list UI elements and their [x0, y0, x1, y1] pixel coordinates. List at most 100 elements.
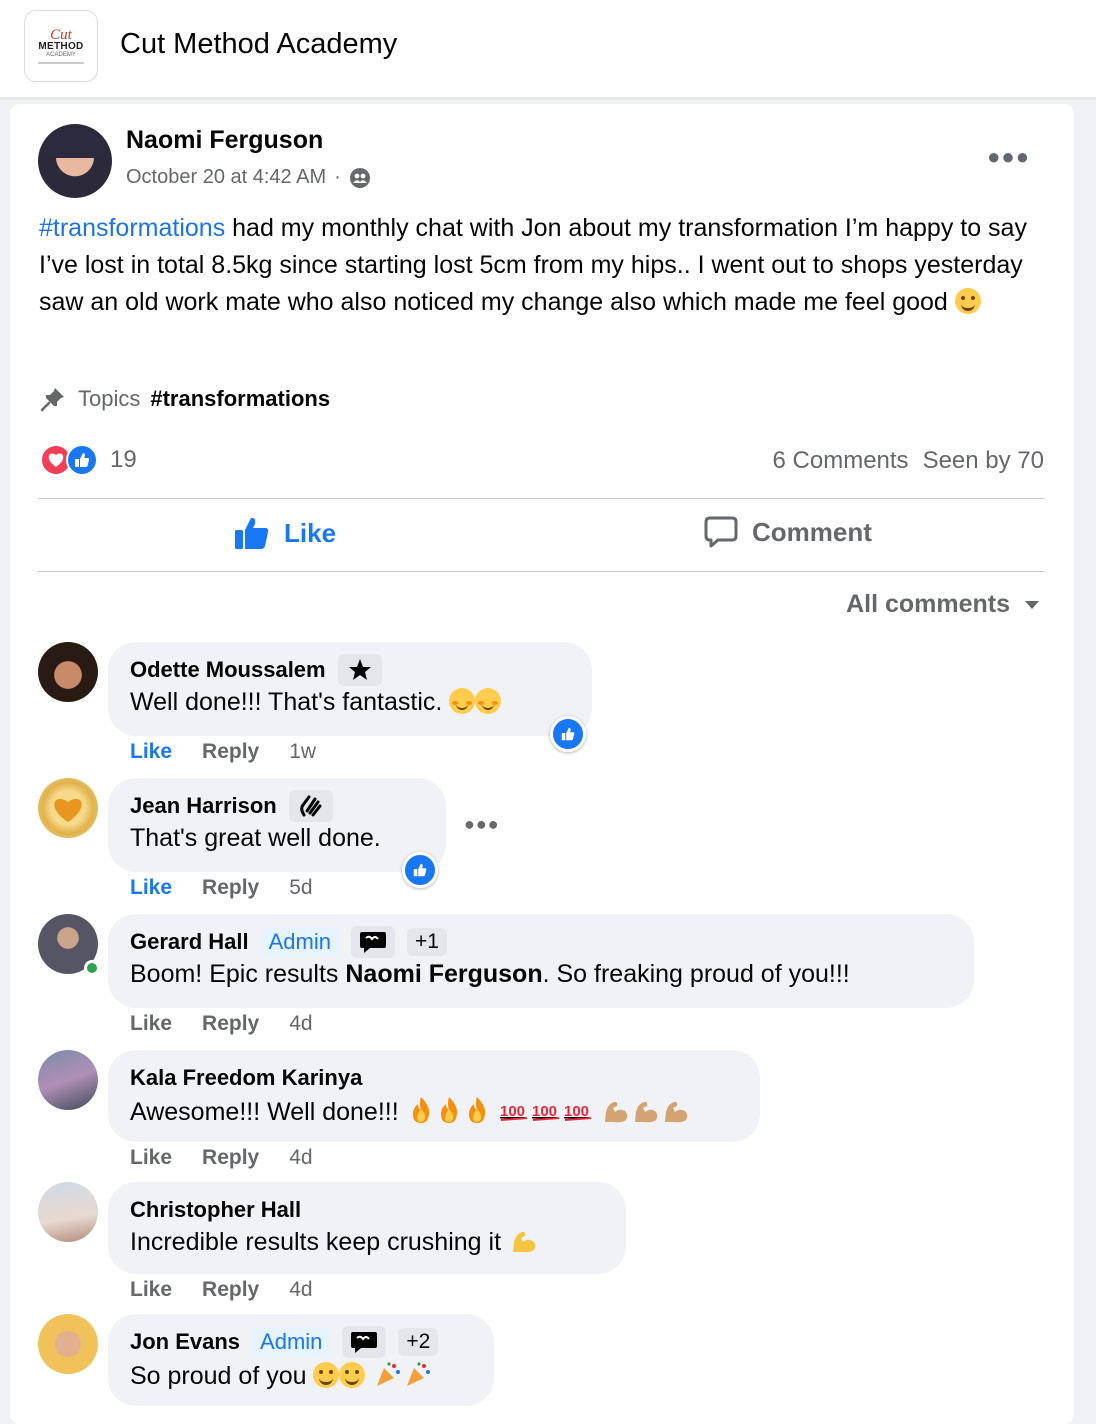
author-avatar[interactable] — [38, 124, 112, 198]
comment-text: That's great well done. — [130, 824, 381, 852]
online-status-icon — [84, 960, 100, 976]
comments-count[interactable]: 6 Comments — [773, 447, 909, 475]
comment-time[interactable]: 5d — [289, 876, 312, 900]
flexed-biceps-emoji-icon — [634, 1101, 657, 1123]
comment-sort-dropdown[interactable]: All comments — [846, 590, 1040, 619]
comment-text-value: Awesome!!! Well done!!! — [130, 1098, 399, 1126]
smiling-face-emoji-icon — [954, 288, 981, 314]
group-logo[interactable]: Cut METHOD ACADEMY — [24, 10, 98, 82]
fire-emoji-icon — [440, 1097, 457, 1123]
reactions-summary[interactable]: 19 — [40, 444, 137, 476]
comment-reply-link[interactable]: Reply — [202, 740, 259, 764]
comment-text: Awesome!!! Well done!!! 100 100 100 — [130, 1096, 738, 1127]
wave-icon[interactable] — [288, 790, 333, 822]
flexed-biceps-emoji-icon — [664, 1101, 687, 1123]
relieved-face-emoji-icon — [449, 688, 476, 714]
comment-reply-link[interactable]: Reply — [202, 1012, 259, 1036]
comment-like-link[interactable]: Like — [130, 876, 172, 900]
comment-like-link[interactable]: Like — [130, 1146, 172, 1170]
flexed-biceps-emoji-icon — [604, 1101, 627, 1123]
mention-link[interactable]: Naomi Ferguson — [345, 960, 542, 988]
comment-like-link[interactable]: Like — [130, 1012, 172, 1036]
flexed-biceps-emoji-icon — [512, 1231, 536, 1253]
comment-button[interactable]: Comment — [704, 516, 872, 548]
commenter-name-row: Jean Harrison — [130, 790, 424, 822]
reaction-count: 19 — [110, 446, 137, 473]
commenter-avatar[interactable] — [38, 1314, 98, 1374]
conversation-icon[interactable] — [350, 926, 395, 958]
seen-by[interactable]: Seen by 70 — [923, 447, 1044, 475]
commenter-avatar[interactable] — [38, 1182, 98, 1242]
logo-text-script: Cut — [50, 26, 72, 43]
star-icon[interactable] — [337, 654, 382, 686]
comment-more-options-icon[interactable]: ●●● — [464, 814, 500, 835]
commenter-avatar[interactable] — [38, 642, 98, 702]
commenter-name[interactable]: Christopher Hall — [130, 1197, 301, 1223]
comment-actions: Like Reply 4d — [130, 1278, 313, 1302]
chevron-down-icon — [1025, 600, 1039, 609]
commenter-name[interactable]: Kala Freedom Karinya — [130, 1065, 362, 1091]
conversation-icon[interactable] — [342, 1326, 387, 1358]
comment-time[interactable]: 4d — [289, 1146, 312, 1170]
group-name[interactable]: Cut Method Academy — [120, 28, 397, 61]
comment-text: Well done!!! That's fantastic. — [130, 688, 570, 717]
comment-time[interactable]: 1w — [289, 740, 316, 764]
pin-icon — [40, 388, 64, 412]
commenter-avatar[interactable] — [38, 778, 98, 838]
commenter-name[interactable]: Jean Harrison — [130, 793, 277, 819]
comment-bubble: Gerard Hall Admin +1 Boom! Epic results … — [108, 914, 974, 1008]
comment-reply-link[interactable]: Reply — [202, 1146, 259, 1170]
comment-text: So proud of you — [130, 1360, 472, 1391]
comment-icon — [704, 516, 738, 548]
comment-text-value: So proud of you — [130, 1362, 307, 1390]
post-timestamp[interactable]: October 20 at 4:42 AM — [126, 166, 326, 189]
comment-bubble: Kala Freedom Karinya Awesome!!! Well don… — [108, 1050, 760, 1142]
comment-like-link[interactable]: Like — [130, 1278, 172, 1302]
comment-text: Boom! Epic results Naomi Ferguson. So fr… — [130, 960, 952, 989]
like-button[interactable]: Like — [234, 516, 336, 550]
comment-bubble: Jean Harrison That's great well done. — [108, 778, 446, 872]
extra-badges-count[interactable]: +2 — [398, 1328, 439, 1356]
topic-tag[interactable]: #transformations — [150, 386, 330, 412]
comment-bubble: Jon Evans Admin +2 So proud of you — [108, 1314, 494, 1406]
post-stats: 6 Comments Seen by 70 — [773, 447, 1044, 475]
party-popper-emoji-icon — [377, 1362, 401, 1386]
comment-text-value: Well done!!! That's fantastic. — [130, 688, 443, 716]
comment-reply-link[interactable]: Reply — [202, 1278, 259, 1302]
commenter-name[interactable]: Odette Moussalem — [130, 657, 326, 683]
comment-time[interactable]: 4d — [289, 1278, 312, 1302]
meta-separator: · — [334, 166, 341, 188]
comment-like-reaction-icon[interactable] — [550, 716, 586, 752]
comment-text-value: Incredible results keep crushing it — [130, 1228, 502, 1256]
comment-actions: Like Reply 4d — [130, 1146, 313, 1170]
commenter-name-row: Odette Moussalem — [130, 654, 570, 686]
commenter-name-row: Gerard Hall Admin +1 — [130, 926, 952, 958]
grinning-face-emoji-icon — [313, 1362, 340, 1388]
comment-actions: Like Reply 4d — [130, 1012, 313, 1036]
comment-reply-link[interactable]: Reply — [202, 876, 259, 900]
commenter-name-row: Kala Freedom Karinya — [130, 1062, 738, 1094]
comment-actions: Like Reply 1w — [130, 740, 316, 764]
logo-text-method: METHOD — [38, 40, 84, 52]
commenter-avatar[interactable] — [38, 1050, 98, 1110]
comment-time[interactable]: 4d — [289, 1012, 312, 1036]
relieved-face-emoji-icon — [475, 688, 502, 714]
commenter-name[interactable]: Jon Evans — [130, 1329, 240, 1355]
admin-badge[interactable]: Admin — [260, 927, 339, 957]
fire-emoji-icon — [412, 1097, 429, 1123]
like-reaction-icon — [66, 444, 98, 476]
post-more-options-icon[interactable]: ●●● — [987, 144, 1030, 170]
extra-badges-count[interactable]: +1 — [406, 928, 447, 956]
comment-like-link[interactable]: Like — [130, 740, 172, 764]
post-hashtag[interactable]: #transformations — [39, 214, 225, 242]
commenter-name[interactable]: Gerard Hall — [130, 929, 249, 955]
commenter-name-row: Jon Evans Admin +2 — [130, 1326, 472, 1358]
admin-badge[interactable]: Admin — [252, 1327, 331, 1357]
group-header: Cut METHOD ACADEMY Cut Method Academy — [0, 0, 1096, 100]
group-members-icon — [349, 167, 370, 188]
comment-like-reaction-icon[interactable] — [402, 852, 438, 888]
comment-bubble: Christopher Hall Incredible results keep… — [108, 1182, 626, 1274]
post-meta: October 20 at 4:42 AM · — [126, 166, 371, 189]
author-name[interactable]: Naomi Ferguson — [126, 126, 323, 155]
comment-bubble: Odette Moussalem Well done!!! That's fan… — [108, 642, 592, 736]
